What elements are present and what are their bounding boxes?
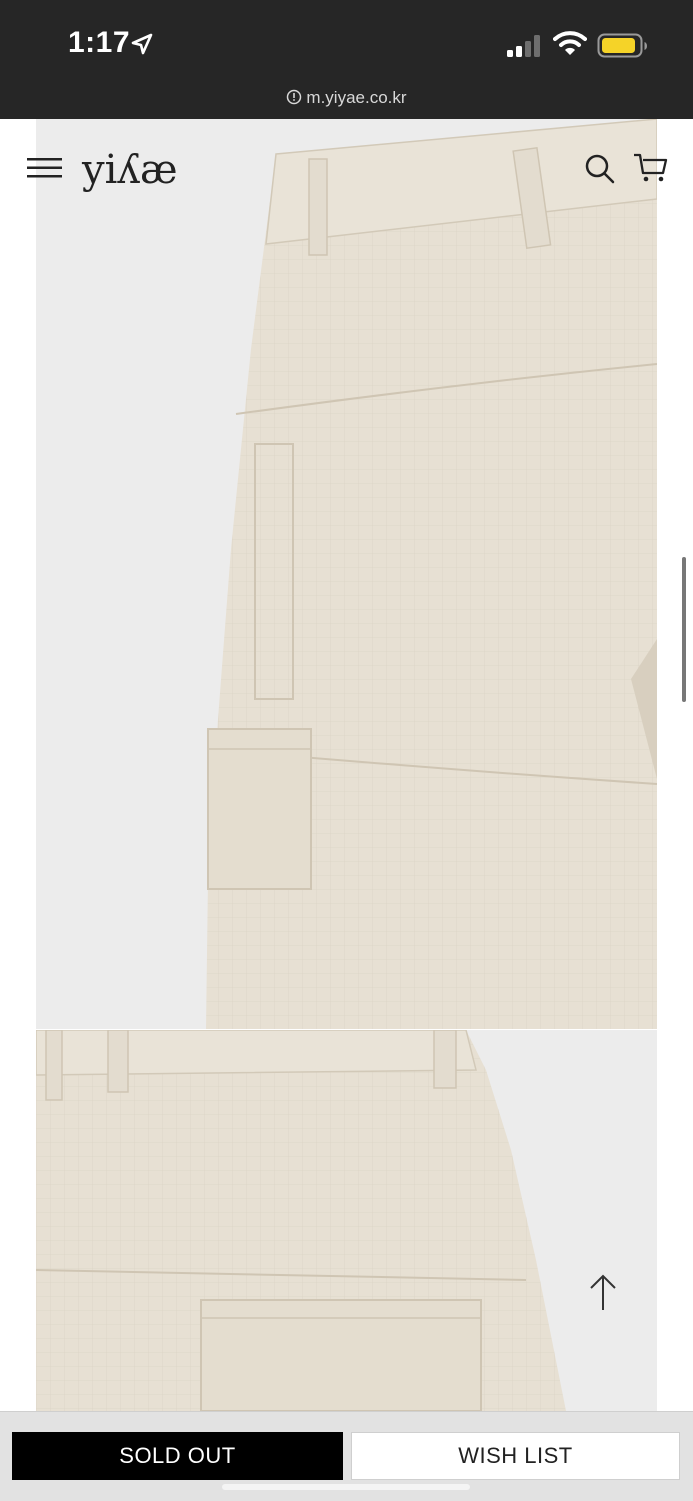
- scroll-to-top-arrow-icon[interactable]: [585, 1274, 621, 1312]
- location-arrow-icon: [131, 33, 153, 55]
- search-icon[interactable]: [584, 153, 616, 185]
- status-time: 1:17: [68, 26, 131, 59]
- cart-icon[interactable]: [633, 152, 669, 184]
- battery-icon: [597, 33, 647, 58]
- url-bar[interactable]: m.yiyae.co.kr: [0, 88, 693, 108]
- cellular-signal-icon: [507, 35, 540, 57]
- product-detail-content: [0, 119, 693, 1411]
- page-scrollbar[interactable]: [682, 557, 686, 702]
- url-text: m.yiyae.co.kr: [306, 88, 407, 107]
- wish-list-label: WISH LIST: [458, 1443, 573, 1468]
- brand-logo[interactable]: yiʎæ: [82, 147, 178, 193]
- info-icon: [287, 89, 302, 105]
- hamburger-menu-icon[interactable]: [27, 157, 63, 179]
- product-image-1: [36, 119, 657, 1029]
- sold-out-label: SOLD OUT: [119, 1443, 236, 1468]
- site-header: yiʎæ: [0, 119, 693, 219]
- product-image-2: [36, 1030, 657, 1411]
- home-indicator[interactable]: [222, 1484, 470, 1490]
- status-bar: 1:17 m.yiyae.co.kr: [0, 0, 693, 119]
- wifi-icon: [553, 31, 587, 55]
- wish-list-button[interactable]: WISH LIST: [351, 1432, 680, 1480]
- sold-out-button[interactable]: SOLD OUT: [12, 1432, 343, 1480]
